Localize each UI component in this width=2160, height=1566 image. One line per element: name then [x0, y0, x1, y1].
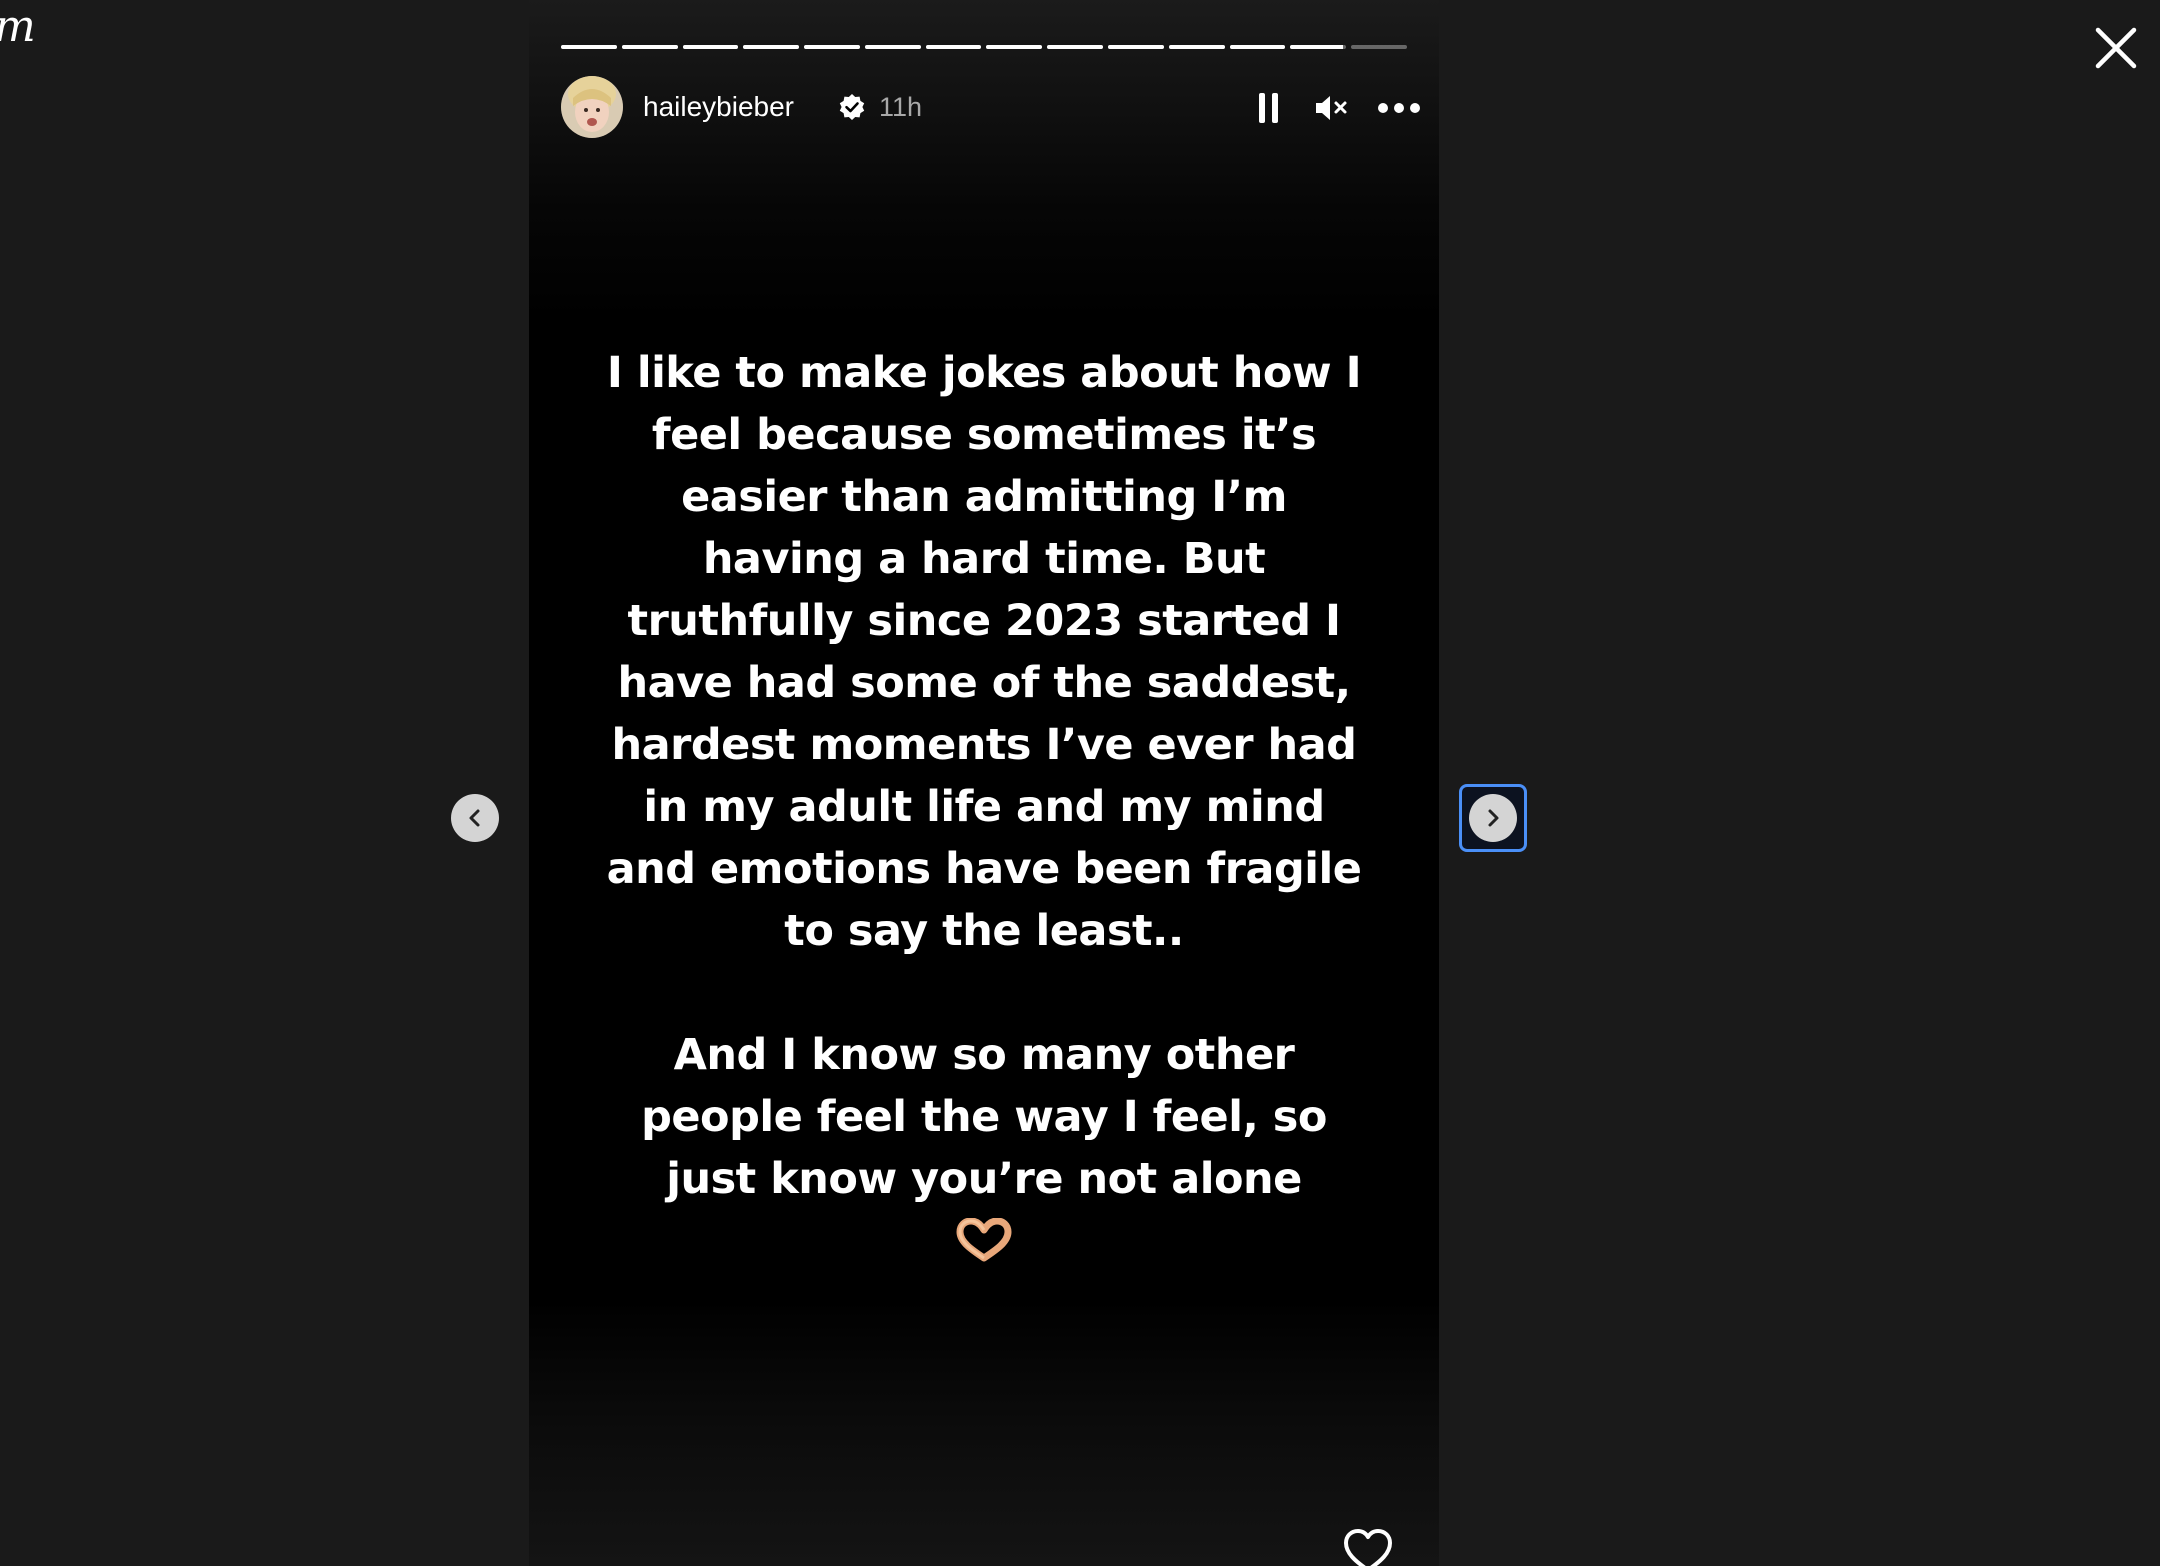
progress-segment-fill [1047, 45, 1104, 49]
story-text-line: and emotions have been fragile [606, 844, 1362, 894]
progress-segment [743, 45, 800, 49]
progress-segment [1168, 45, 1225, 49]
progress-segment-fill [1168, 45, 1225, 49]
close-icon [2095, 27, 2137, 69]
progress-segment-fill [804, 45, 860, 49]
chevron-right-icon [1488, 809, 1499, 827]
verified-badge-icon [839, 94, 865, 120]
more-options-icon [1378, 103, 1420, 113]
story-text: I like to make jokes about how I feel bec… [569, 342, 1399, 1210]
progress-segment-fill [1229, 45, 1286, 49]
story-text-paragraph-2: And I know so many other people feel the … [569, 1024, 1399, 1210]
progress-segment-fill [743, 45, 800, 49]
progress-segment-fill [864, 45, 921, 49]
pause-button[interactable] [1249, 88, 1289, 128]
close-button[interactable] [2088, 20, 2144, 76]
story-text-line: people feel the way I feel, so [641, 1092, 1327, 1142]
story-text-line: truthfully since 2023 started I [627, 596, 1341, 646]
heart-icon [1344, 1529, 1392, 1566]
story-text-line: easier than admitting I’m [681, 472, 1287, 522]
progress-segment-fill [1290, 45, 1344, 49]
story-text-line: feel because sometimes it’s [651, 410, 1317, 460]
progress-segment [864, 45, 921, 49]
progress-segment [925, 45, 982, 49]
progress-segment [1229, 45, 1286, 49]
story-timestamp: 11h [879, 92, 923, 122]
progress-segment-fill [1108, 45, 1164, 49]
story-header: haileybieber 11h [561, 76, 1420, 138]
story-text-line: have had some of the saddest, [617, 658, 1351, 708]
progress-segment [1290, 45, 1347, 49]
story-text-paragraph-1: I like to make jokes about how I feel bec… [569, 342, 1399, 962]
progress-segment-fill [621, 45, 678, 49]
progress-segment-fill [986, 45, 1043, 49]
more-options-button[interactable] [1375, 88, 1423, 128]
progress-segment [986, 45, 1043, 49]
heart-hands-emoji [956, 1218, 1012, 1262]
previous-story-button[interactable] [451, 794, 499, 842]
progress-segment-fill [682, 45, 739, 49]
story-text-line: And I know so many other [673, 1030, 1295, 1080]
progress-segment [1108, 45, 1164, 49]
app-logo[interactable]: m [0, 2, 36, 52]
story-text-line: hardest moments I’ve ever had [611, 720, 1357, 770]
story-username[interactable]: haileybieber [643, 90, 794, 124]
progress-segment [1351, 45, 1407, 49]
next-story-circle [1469, 794, 1517, 842]
progress-segment [1047, 45, 1104, 49]
next-story-button[interactable] [1459, 784, 1527, 852]
chevron-left-icon [469, 809, 480, 827]
story-viewer-page: m [0, 0, 2160, 1566]
story-frame[interactable]: haileybieber 11h I like to make jokes ab… [529, 0, 1439, 1566]
story-progress-bar [561, 45, 1407, 49]
story-text-line: having a hard time. But [702, 534, 1266, 584]
like-button[interactable] [1341, 1524, 1395, 1566]
story-text-line: in my adult life and my mind [643, 782, 1325, 832]
avatar[interactable] [561, 76, 623, 138]
muted-speaker-icon [1316, 96, 1347, 120]
avatar-image [561, 76, 623, 138]
story-text-line: to say the least.. [784, 906, 1184, 956]
progress-segment [804, 45, 860, 49]
mute-button[interactable] [1311, 88, 1351, 128]
progress-segment-fill [561, 45, 617, 49]
progress-segment-fill [925, 45, 982, 49]
story-text-line: just know you’re not alone [666, 1154, 1302, 1204]
progress-segment [682, 45, 739, 49]
progress-segment [621, 45, 678, 49]
story-text-line: I like to make jokes about how I [606, 348, 1362, 398]
progress-segment [561, 45, 617, 49]
pause-icon [1259, 93, 1278, 123]
